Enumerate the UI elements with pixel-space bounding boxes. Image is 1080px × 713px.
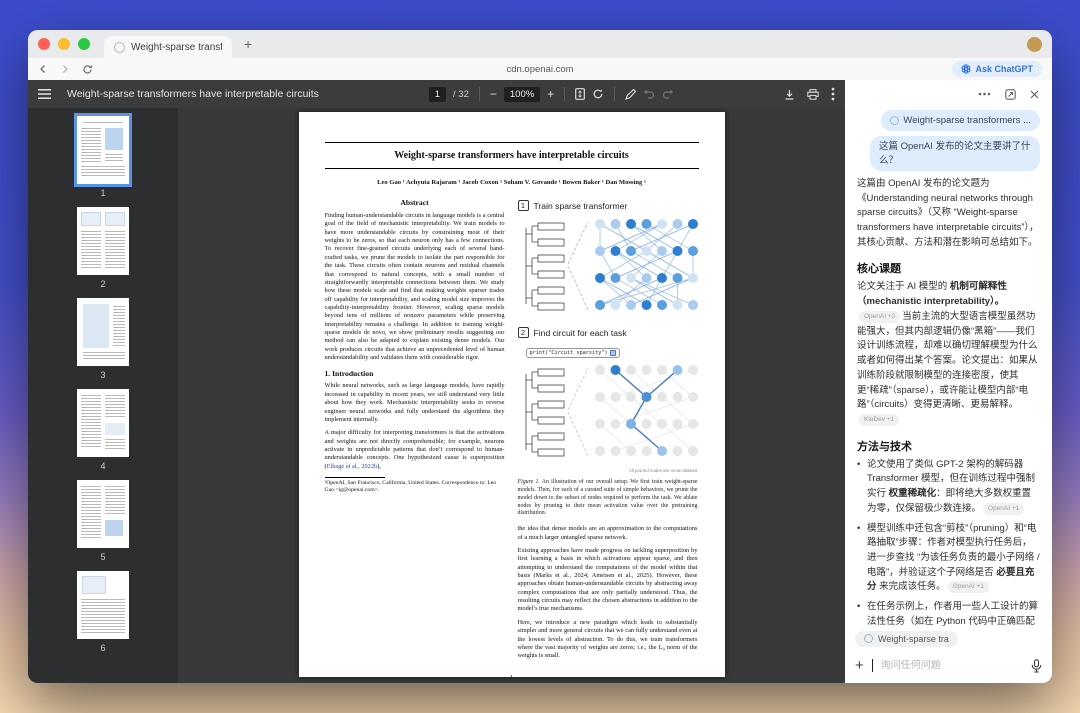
attached-file-chip[interactable]: Weight-sparse tra — [855, 631, 958, 647]
text-caret — [872, 659, 873, 672]
desktop-wallpaper: Weight-sparse transf + cdn.openai.com As… — [0, 0, 1080, 713]
url-bar: cdn.openai.com Ask ChatGPT — [28, 58, 1052, 80]
microphone-icon[interactable] — [1031, 659, 1042, 673]
figure-caption: Figure 1. An illustration of our overall… — [518, 479, 698, 518]
step-1-label: Train sparse transformer — [534, 201, 628, 211]
user-message: 这篇 OpenAI 发布的论文主要讲了什么？ — [870, 136, 1040, 171]
figure-1: 1 Train sparse transformer — [518, 200, 698, 518]
code-snippet: print("Circuit sparsity") — [526, 348, 620, 358]
user-message: Weight-sparse transformers ... — [881, 110, 1040, 131]
assistant-message: 论文关注于 AI 模型的 机制可解释性（mechanistic interpre… — [857, 280, 1040, 427]
abstract-text: Finding human-understandable circuits in… — [325, 212, 505, 362]
tab-strip: Weight-sparse transf + — [28, 30, 1052, 58]
redo-icon[interactable] — [662, 89, 674, 99]
thumbnail-panel: 1 2 3 4 5 — [28, 108, 178, 683]
pdf-toolbar: Weight-sparse transformers have interpre… — [28, 80, 845, 108]
section-heading: 方法与技术 — [857, 438, 1040, 454]
source-badge[interactable]: OpenAI +1 — [948, 581, 989, 593]
assistant-message: 这篇由 OpenAI 发布的论文题为《Understanding neural … — [857, 177, 1040, 251]
reload-icon[interactable] — [82, 64, 93, 75]
citation-link[interactable]: Elhage et al., 2022b — [327, 463, 378, 470]
profile-avatar[interactable] — [1027, 37, 1042, 52]
chat-messages: Weight-sparse transformers ... 这篇 OpenAI… — [845, 108, 1052, 626]
introduction-heading: 1. Introduction — [325, 369, 505, 378]
paper-title: Weight-sparse transformers have interpre… — [325, 150, 699, 161]
bullet-item: 模型训练中还包含“剪枝”（pruning）和“电路抽取”步骤：作者对模型执行任务… — [857, 522, 1040, 596]
page-total: / 32 — [453, 89, 469, 100]
intro-paragraph: While neural networks, such as large lan… — [325, 382, 505, 424]
page-number-input[interactable]: 1 — [429, 87, 446, 102]
ask-chatgpt-button[interactable]: Ask ChatGPT — [952, 61, 1042, 77]
open-in-new-icon[interactable] — [1005, 89, 1016, 100]
bullet-item: 论文使用了类似 GPT-2 架构的解码器 Transformer 模型，但在训练… — [857, 458, 1040, 517]
paper-right-column: 1 Train sparse transformer — [518, 198, 698, 666]
zoom-out-button[interactable]: − — [490, 87, 497, 101]
sidebar-header — [845, 80, 1052, 108]
print-icon[interactable] — [807, 89, 819, 100]
browser-tab[interactable]: Weight-sparse transf — [104, 36, 232, 58]
figure-note: All pruned nodes are mean-ablated — [518, 468, 698, 473]
download-icon[interactable] — [784, 89, 795, 100]
paper-left-column: Abstract Finding human-understandable ci… — [325, 198, 505, 666]
new-tab-button[interactable]: + — [244, 37, 252, 51]
pdf-viewer: Weight-sparse transformers have interpre… — [28, 80, 845, 683]
source-badge[interactable]: OpenAI +2 — [859, 311, 900, 323]
abstract-heading: Abstract — [325, 198, 505, 207]
highlighted-token — [610, 350, 616, 356]
section-heading: 核心课题 — [857, 260, 1040, 276]
tab-title: Weight-sparse transf — [131, 42, 222, 53]
minimize-window-button[interactable] — [58, 38, 70, 50]
forward-icon[interactable] — [60, 64, 70, 74]
network-diagram-pruned — [518, 360, 698, 462]
body-paragraph: Here, we introduce a new paradigm which … — [518, 619, 698, 661]
chatgpt-sidebar: Weight-sparse transformers ... 这篇 OpenAI… — [845, 80, 1052, 683]
sidebar-more-icon[interactable] — [978, 92, 991, 96]
thumbnail-page[interactable]: 5 — [77, 480, 129, 562]
pdf-page-area: Weight-sparse transformers have interpre… — [178, 108, 845, 683]
paper-authors: Leo Gao ¹ Achyuta Rajaram ¹ Jacob Coxon … — [325, 179, 699, 186]
pdf-doc-title: Weight-sparse transformers have interpre… — [67, 88, 319, 100]
body-paragraph: the idea that dense models are an approx… — [518, 525, 698, 542]
zoom-in-button[interactable]: + — [547, 87, 554, 101]
network-diagram-trained — [518, 214, 698, 316]
menu-icon[interactable] — [38, 89, 51, 99]
close-window-button[interactable] — [38, 38, 50, 50]
maximize-window-button[interactable] — [78, 38, 90, 50]
close-sidebar-icon[interactable] — [1030, 90, 1039, 99]
address-url[interactable]: cdn.openai.com — [506, 64, 573, 75]
step-2-number: 2 — [518, 327, 529, 338]
attachment-icon — [890, 116, 899, 125]
openai-logo-icon — [961, 64, 971, 74]
intro-paragraph: A major difficulty for interpreting tran… — [325, 429, 505, 471]
attachment-icon — [864, 634, 873, 643]
step-2-label: Find circuit for each task — [534, 328, 627, 338]
thumbnail-page[interactable]: 1 — [77, 116, 129, 198]
source-badge[interactable]: KiaDev +1 — [859, 414, 899, 426]
paper-page: Weight-sparse transformers have interpre… — [299, 112, 725, 677]
add-attachment-button[interactable]: + — [855, 658, 864, 673]
page-number: 1 — [325, 674, 699, 681]
bullet-item: 在任务示例上，作者用一些人工设计的算法性任务（如在 Python 代码中正确匹配… — [857, 600, 1040, 626]
footnote-text: ¹OpenAI, San Francisco, California, Unit… — [325, 480, 505, 495]
rotate-icon[interactable] — [592, 88, 604, 100]
assistant-bullet-list: 论文使用了类似 GPT-2 架构的解码器 Transformer 模型，但在训练… — [857, 458, 1040, 626]
thumbnail-page[interactable]: 3 — [77, 298, 129, 380]
zoom-level[interactable]: 100% — [504, 87, 540, 102]
browser-window: Weight-sparse transf + cdn.openai.com As… — [28, 30, 1052, 683]
thumbnail-page[interactable]: 4 — [77, 389, 129, 471]
more-options-icon[interactable] — [831, 87, 835, 101]
chat-composer: Weight-sparse tra + — [845, 626, 1052, 683]
window-controls — [38, 38, 90, 50]
fit-page-icon[interactable] — [575, 88, 585, 100]
body-paragraph: Existing approaches have made progress o… — [518, 547, 698, 614]
source-badge[interactable]: OpenAI +1 — [983, 503, 1024, 515]
thumbnail-page[interactable]: 6 — [77, 571, 129, 653]
annotate-pen-icon[interactable] — [625, 89, 636, 100]
thumbnail-page[interactable]: 2 — [77, 207, 129, 289]
undo-icon[interactable] — [643, 89, 655, 99]
chat-input[interactable] — [881, 660, 1023, 671]
tab-favicon-icon — [114, 42, 125, 53]
step-1-number: 1 — [518, 200, 529, 211]
back-icon[interactable] — [38, 64, 48, 74]
